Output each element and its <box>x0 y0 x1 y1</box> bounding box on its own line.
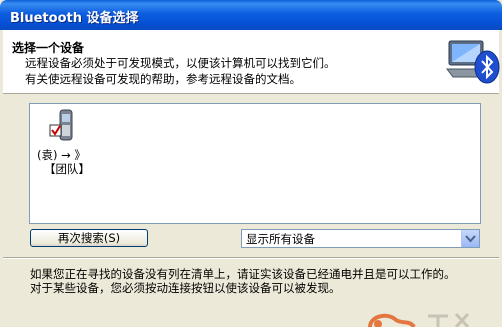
header-panel: 选择一个设备 远程设备必须处于可发现模式，以便该计算机可以找到它们。 有关使远程… <box>3 30 500 94</box>
header-description-line2: 有关使远程设备可发现的帮助，参考远程设备的文档。 <box>25 72 301 86</box>
title-bar[interactable]: Bluetooth 设备选择 <box>0 0 502 30</box>
device-list[interactable]: (袁) → 》 【团队】 <box>29 103 481 224</box>
search-again-button[interactable]: 再次搜索(S) <box>30 229 148 247</box>
header-description-line1: 远程设备必须处于可发现模式，以便该计算机可以找到它们。 <box>25 56 336 70</box>
watermark-logo <box>368 312 470 327</box>
window-title: Bluetooth 设备选择 <box>10 11 139 26</box>
device-filter-dropdown[interactable]: 显示所有设备 <box>241 229 480 248</box>
chevron-down-icon[interactable] <box>461 230 479 247</box>
device-filter-value: 显示所有设备 <box>246 232 315 246</box>
header-heading: 选择一个设备 <box>12 41 85 55</box>
footer-hint-line2: 对于某些设备，您必须按动连接按钮以使该设备可以被发现。 <box>30 281 341 295</box>
device-group: 【团队】 <box>44 162 90 176</box>
separator <box>3 257 499 259</box>
bluetooth-computer-icon <box>446 40 500 84</box>
mobile-phone-icon <box>49 109 73 141</box>
